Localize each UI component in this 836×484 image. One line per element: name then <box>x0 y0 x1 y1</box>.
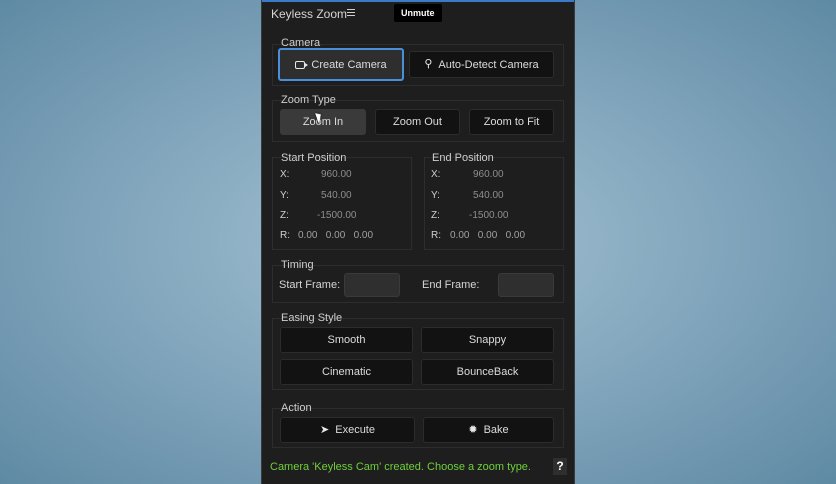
end-x-value[interactable]: 960.00 <box>473 169 504 180</box>
start-y-label: Y: <box>280 190 289 201</box>
start-position-label: Start Position <box>281 152 347 164</box>
easing-cinematic-label: Cinematic <box>322 366 371 378</box>
execute-label: Execute <box>335 424 375 436</box>
gear-icon: ✹ <box>468 423 478 436</box>
end-x-label: X: <box>431 169 441 180</box>
start-x-label: X: <box>280 169 290 180</box>
end-r-label: R: <box>431 230 441 241</box>
bake-button[interactable]: ✹ Bake <box>423 417 554 443</box>
easing-snappy-button[interactable]: Snappy <box>421 327 554 353</box>
action-label: Action <box>281 402 312 414</box>
auto-detect-camera-button[interactable]: ⚲ Auto-Detect Camera <box>409 51 554 78</box>
end-y-label: Y: <box>431 190 440 201</box>
end-z-value[interactable]: -1500.00 <box>469 210 508 221</box>
zoom-out-label: Zoom Out <box>393 116 442 128</box>
status-message: Camera 'Keyless Cam' created. Choose a z… <box>270 461 531 473</box>
unmute-tooltip: Unmute <box>394 4 442 22</box>
start-z-value[interactable]: -1500.00 <box>317 210 356 221</box>
panel-title: Keyless Zoom <box>271 7 348 21</box>
end-y-value[interactable]: 540.00 <box>473 190 504 201</box>
zoom-out-button[interactable]: Zoom Out <box>375 109 460 135</box>
end-z-label: Z: <box>431 210 440 221</box>
easing-bounceback-label: BounceBack <box>456 366 519 378</box>
easing-snappy-label: Snappy <box>468 334 507 346</box>
magnifier-icon: ⚲ <box>424 58 433 70</box>
end-frame-input[interactable] <box>498 273 554 297</box>
timing-label: Timing <box>281 259 314 271</box>
bake-label: Bake <box>483 424 509 436</box>
help-button[interactable]: ? <box>553 458 567 475</box>
easing-cinematic-button[interactable]: Cinematic <box>280 359 413 385</box>
start-r-label: R: <box>280 230 290 241</box>
keyless-zoom-panel: Keyless Zoom Unmute Camera Create Camera… <box>261 0 575 484</box>
start-x-value[interactable]: 960.00 <box>321 169 352 180</box>
zoom-to-fit-button[interactable]: Zoom to Fit <box>469 109 554 135</box>
zoom-to-fit-label: Zoom to Fit <box>483 116 540 128</box>
end-frame-label: End Frame: <box>422 279 480 291</box>
execute-button[interactable]: ➤ Execute <box>280 417 415 443</box>
start-frame-input[interactable] <box>344 273 400 297</box>
auto-detect-camera-label: Auto-Detect Camera <box>438 58 539 71</box>
zoom-type-label: Zoom Type <box>281 94 336 106</box>
easing-bounceback-button[interactable]: BounceBack <box>421 359 554 385</box>
camera-icon <box>295 60 309 69</box>
end-position-label: End Position <box>432 152 494 164</box>
rocket-icon: ➤ <box>320 423 330 436</box>
start-y-value[interactable]: 540.00 <box>321 190 352 201</box>
end-r-value[interactable]: 0.00 0.00 0.00 <box>450 230 525 241</box>
easing-smooth-label: Smooth <box>327 334 366 346</box>
start-r-value[interactable]: 0.00 0.00 0.00 <box>298 230 373 241</box>
easing-style-label: Easing Style <box>281 312 343 324</box>
start-z-label: Z: <box>280 210 289 221</box>
create-camera-label: Create Camera <box>311 58 387 71</box>
create-camera-button[interactable]: Create Camera <box>278 48 404 81</box>
start-frame-label: Start Frame: <box>279 279 341 291</box>
easing-smooth-button[interactable]: Smooth <box>280 327 413 353</box>
hamburger-menu-icon[interactable] <box>347 9 355 16</box>
